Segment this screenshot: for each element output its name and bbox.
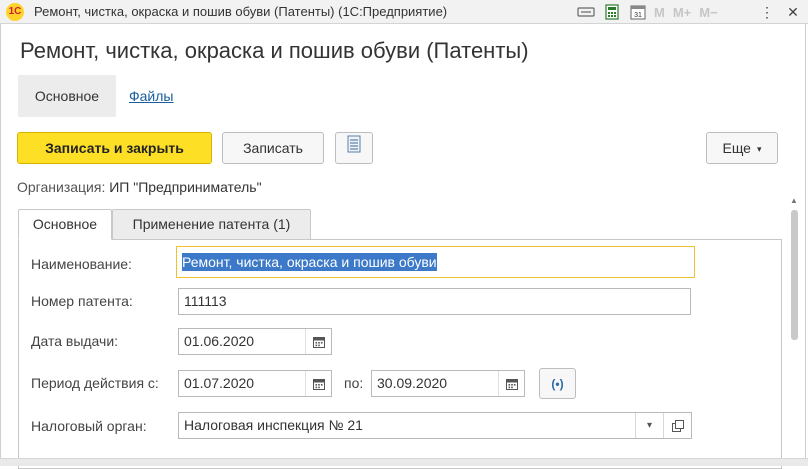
period-to-field[interactable]: 30.09.2020 — [371, 370, 525, 397]
window-bottom-edge — [0, 458, 808, 466]
select-period-button[interactable]: (•) — [539, 368, 576, 399]
link-icon[interactable] — [576, 2, 596, 22]
calendar-icon[interactable] — [305, 371, 331, 396]
scrollbar-thumb[interactable] — [791, 210, 798, 340]
name-field[interactable]: Ремонт, чистка, окраска и пошив обуви — [176, 246, 695, 278]
app-logo-icon: 1С — [6, 2, 24, 21]
title-bar: 1С Ремонт, чистка, окраска и пошив обуви… — [0, 0, 808, 24]
save-button[interactable]: Записать — [222, 132, 324, 164]
tab-patent-usage[interactable]: Применение патента (1) — [112, 209, 311, 240]
memory-m-button[interactable]: M — [654, 5, 665, 20]
window-title: Ремонт, чистка, окраска и пошив обуви (П… — [34, 4, 448, 19]
period-to-value: 30.09.2020 — [377, 375, 448, 391]
page-title: Ремонт, чистка, окраска и пошив обуви (П… — [20, 38, 529, 63]
name-value: Ремонт, чистка, окраска и пошив обуви — [182, 253, 437, 271]
period-from-label: Период действия с: — [31, 375, 159, 391]
open-icon[interactable] — [663, 413, 691, 438]
more-button[interactable]: Еще ▾ — [706, 132, 778, 164]
memory-plus-button[interactable]: M+ — [673, 5, 691, 20]
period-from-field[interactable]: 01.07.2020 — [178, 370, 332, 397]
patent-number-label: Номер патента: — [31, 293, 133, 309]
name-label: Наименование: — [31, 256, 132, 272]
tax-office-value: Налоговая инспекция № 21 — [184, 417, 363, 433]
chevron-down-icon: ▾ — [756, 144, 762, 154]
save-and-close-button[interactable]: Записать и закрыть — [17, 132, 212, 164]
titlebar-tools: 31 M M+ M− — [576, 2, 726, 22]
svg-text:31: 31 — [634, 12, 642, 19]
tab-main[interactable]: Основное — [18, 209, 112, 240]
issue-date-value: 01.06.2020 — [184, 333, 255, 349]
more-label: Еще — [722, 140, 751, 156]
calendar-icon[interactable] — [498, 371, 524, 396]
period-from-value: 01.07.2020 — [184, 375, 255, 391]
issue-date-label: Дата выдачи: — [31, 333, 119, 349]
tax-office-field[interactable]: Налоговая инспекция № 21 ▾ — [178, 412, 692, 439]
period-to-label: по: — [344, 375, 364, 391]
calendar-icon[interactable] — [305, 329, 331, 354]
close-icon[interactable]: ✕ — [782, 0, 804, 24]
issue-date-field[interactable]: 01.06.2020 — [178, 328, 332, 355]
scroll-up-icon[interactable]: ▲ — [790, 196, 798, 205]
patent-number-field[interactable]: 111113 — [178, 288, 691, 315]
section-tab-files[interactable]: Файлы — [129, 88, 173, 104]
calendar-icon[interactable]: 31 — [628, 2, 648, 22]
section-tab-main[interactable]: Основное — [18, 75, 116, 117]
organization-row: Организация: ИП "Предприниматель" — [17, 179, 262, 195]
organization-label: Организация: — [17, 179, 106, 195]
calculator-icon[interactable] — [602, 2, 622, 22]
report-list-button[interactable] — [335, 132, 373, 164]
chevron-down-icon[interactable]: ▾ — [635, 413, 663, 438]
list-icon — [347, 133, 361, 163]
tax-office-label: Налоговый орган: — [31, 418, 147, 434]
window-menu-icon[interactable]: ⋮ — [756, 0, 778, 24]
memory-minus-button[interactable]: M− — [699, 5, 717, 20]
organization-value[interactable]: ИП "Предприниматель" — [109, 179, 261, 195]
period-icon: (•) — [551, 376, 564, 391]
